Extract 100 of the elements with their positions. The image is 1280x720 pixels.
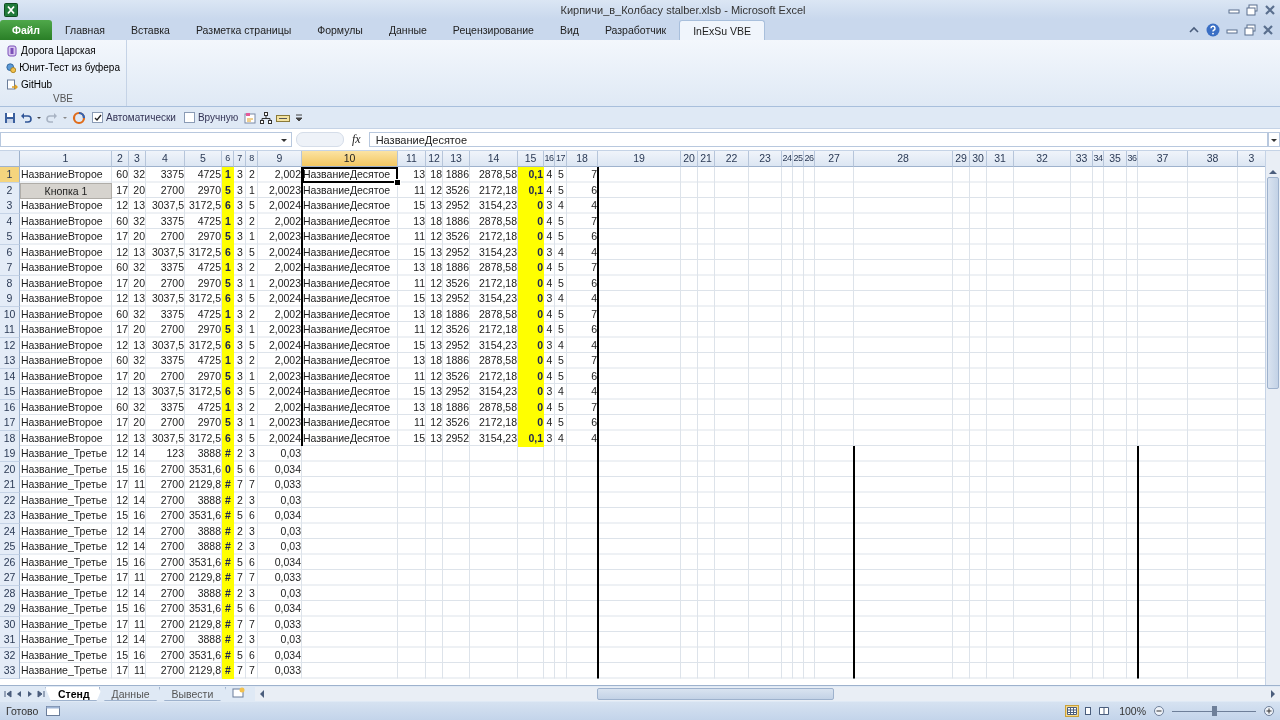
last-sheet-icon[interactable] xyxy=(37,690,45,698)
column-header[interactable]: 28 xyxy=(854,151,953,167)
view-button[interactable] xyxy=(1065,705,1080,717)
ribbon-command[interactable]: GitHub xyxy=(4,76,122,93)
column-header[interactable]: 25 xyxy=(793,151,804,167)
first-sheet-icon[interactable] xyxy=(4,690,12,698)
column-header[interactable]: 32 xyxy=(1014,151,1071,167)
column-header[interactable]: 27 xyxy=(815,151,854,167)
horizontal-scrollbar[interactable] xyxy=(255,687,1280,701)
column-header[interactable]: 9 xyxy=(258,151,302,167)
zoom-slider[interactable] xyxy=(1172,705,1256,717)
row-header[interactable]: 29 xyxy=(0,601,20,617)
column-header[interactable]: 19 xyxy=(598,151,681,167)
help-icon[interactable] xyxy=(1206,23,1220,37)
column-header[interactable]: 24 xyxy=(782,151,793,167)
ribbon-tab[interactable]: Данные xyxy=(375,20,440,40)
checkbox[interactable]: Автоматически xyxy=(90,112,178,123)
row-header[interactable]: 27 xyxy=(0,570,20,586)
record-macro-button[interactable] xyxy=(46,705,61,717)
row-header[interactable]: 17 xyxy=(0,415,20,431)
ribbon-tab[interactable]: Разработчик xyxy=(591,20,680,40)
column-header[interactable]: 23 xyxy=(749,151,782,167)
column-header[interactable]: 18 xyxy=(567,151,598,167)
row-header[interactable]: 3 xyxy=(0,198,20,214)
zoom-in-icon[interactable] xyxy=(1264,706,1274,716)
checkbox[interactable]: Вручную xyxy=(181,112,241,123)
ribbon-tab[interactable]: Вставка xyxy=(117,20,183,40)
column-header[interactable]: 2 xyxy=(112,151,129,167)
scroll-right-icon[interactable] xyxy=(1270,690,1276,698)
vertical-scrollbar[interactable] xyxy=(1265,151,1280,685)
column-header[interactable]: 37 xyxy=(1138,151,1188,167)
row-header[interactable]: 33 xyxy=(0,663,20,679)
hierarchy-icon[interactable] xyxy=(260,111,273,124)
column-header[interactable]: 22 xyxy=(715,151,749,167)
column-header[interactable]: 3 xyxy=(129,151,146,167)
row-header[interactable]: 19 xyxy=(0,446,20,462)
column-header[interactable]: 34 xyxy=(1093,151,1104,167)
customize-icon[interactable] xyxy=(294,111,305,124)
undo-icon[interactable] xyxy=(20,111,32,124)
column-header[interactable]: 12 xyxy=(426,151,443,167)
refresh-icon[interactable] xyxy=(72,110,86,125)
ribbon-tab[interactable]: Главная xyxy=(51,20,118,40)
expand-button[interactable] xyxy=(1268,132,1280,147)
column-header[interactable]: 8 xyxy=(246,151,258,167)
column-header[interactable]: 21 xyxy=(698,151,715,167)
zoom-out-icon[interactable] xyxy=(1154,706,1164,716)
column-header[interactable]: 29 xyxy=(953,151,970,167)
restore-icon[interactable] xyxy=(1246,3,1258,16)
previous-sheet-icon[interactable] xyxy=(15,690,23,698)
next-sheet-icon[interactable] xyxy=(26,690,34,698)
row-header[interactable]: 11 xyxy=(0,322,20,338)
zoom-level[interactable]: 100% xyxy=(1119,705,1146,717)
column-header[interactable]: 35 xyxy=(1104,151,1127,167)
column-header[interactable]: 10 xyxy=(302,151,398,167)
row-header[interactable]: 15 xyxy=(0,384,20,400)
row-header[interactable]: 21 xyxy=(0,477,20,493)
row-header[interactable]: 7 xyxy=(0,260,20,276)
fill-handle[interactable] xyxy=(394,179,401,186)
ribbon-tab[interactable]: Формулы xyxy=(304,20,376,40)
row-header[interactable]: 5 xyxy=(0,229,20,245)
scroll-left-icon[interactable] xyxy=(259,690,266,698)
insert-function-button[interactable]: fx xyxy=(352,132,361,147)
slider-thumb[interactable] xyxy=(1212,705,1217,716)
column-header[interactable]: 4 xyxy=(146,151,185,167)
column-header[interactable]: 1 xyxy=(20,151,112,167)
column-header[interactable]: 15 xyxy=(518,151,544,167)
ribbon-command[interactable]: Дорога Царская xyxy=(4,42,122,59)
column-header[interactable]: 31 xyxy=(987,151,1014,167)
sheet-tab[interactable]: Вывести xyxy=(158,687,227,701)
row-header[interactable]: 13 xyxy=(0,353,20,369)
column-header[interactable]: 14 xyxy=(470,151,518,167)
row-header[interactable]: 23 xyxy=(0,508,20,524)
save-button[interactable] xyxy=(4,111,16,124)
restore-icon[interactable] xyxy=(1244,24,1256,36)
column-header[interactable]: 11 xyxy=(398,151,426,167)
column-header[interactable]: 6 xyxy=(222,151,234,167)
close-icon[interactable] xyxy=(1264,3,1276,16)
column-header[interactable]: 17 xyxy=(555,151,567,167)
column-header[interactable]: 38 xyxy=(1188,151,1238,167)
column-header[interactable]: 3 xyxy=(1238,151,1265,167)
scroll-up-icon[interactable] xyxy=(1269,169,1277,175)
sheet-tab[interactable]: Стенд xyxy=(45,687,103,701)
row-header[interactable]: 9 xyxy=(0,291,20,307)
ribbon-tab[interactable]: Рецензирование xyxy=(439,20,547,40)
column-header[interactable]: 30 xyxy=(970,151,987,167)
ribbon-command[interactable]: Юнит-Тест из буфера xyxy=(4,59,122,76)
formula-input[interactable]: НазваниеДесятое xyxy=(368,132,1268,147)
ribbon-tab[interactable]: InExSu VBE xyxy=(679,20,765,40)
ribbon-tab[interactable]: Вид xyxy=(546,20,592,40)
row-header[interactable]: 1 xyxy=(0,167,20,183)
column-header[interactable]: 7 xyxy=(234,151,246,167)
ribbon-tab[interactable]: Разметка страницы xyxy=(182,20,305,40)
row-header[interactable]: 31 xyxy=(0,632,20,648)
column-header[interactable]: 13 xyxy=(443,151,470,167)
column-header[interactable]: 33 xyxy=(1071,151,1093,167)
view-button[interactable] xyxy=(1097,705,1112,717)
row-header[interactable]: 25 xyxy=(0,539,20,555)
column-header[interactable]: 5 xyxy=(185,151,222,167)
column-header[interactable]: 20 xyxy=(681,151,698,167)
close-icon[interactable] xyxy=(1262,24,1274,36)
